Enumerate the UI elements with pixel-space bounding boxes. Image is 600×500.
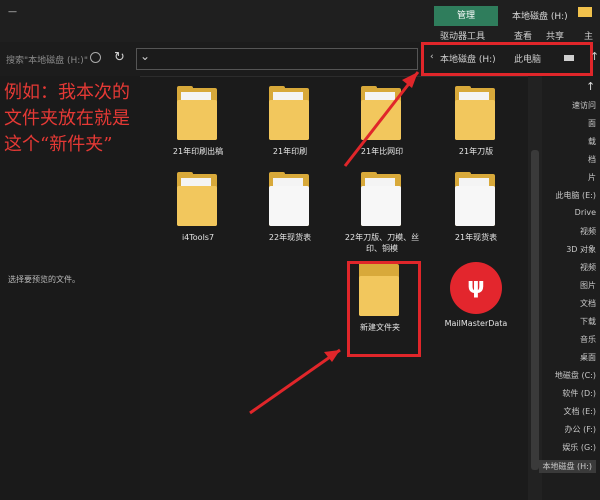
arrow-head-breadcrumb [402, 72, 418, 88]
annotation-arrows [249, 71, 420, 415]
arrow-to-folder [249, 348, 341, 415]
arrow-to-breadcrumb [343, 71, 420, 167]
